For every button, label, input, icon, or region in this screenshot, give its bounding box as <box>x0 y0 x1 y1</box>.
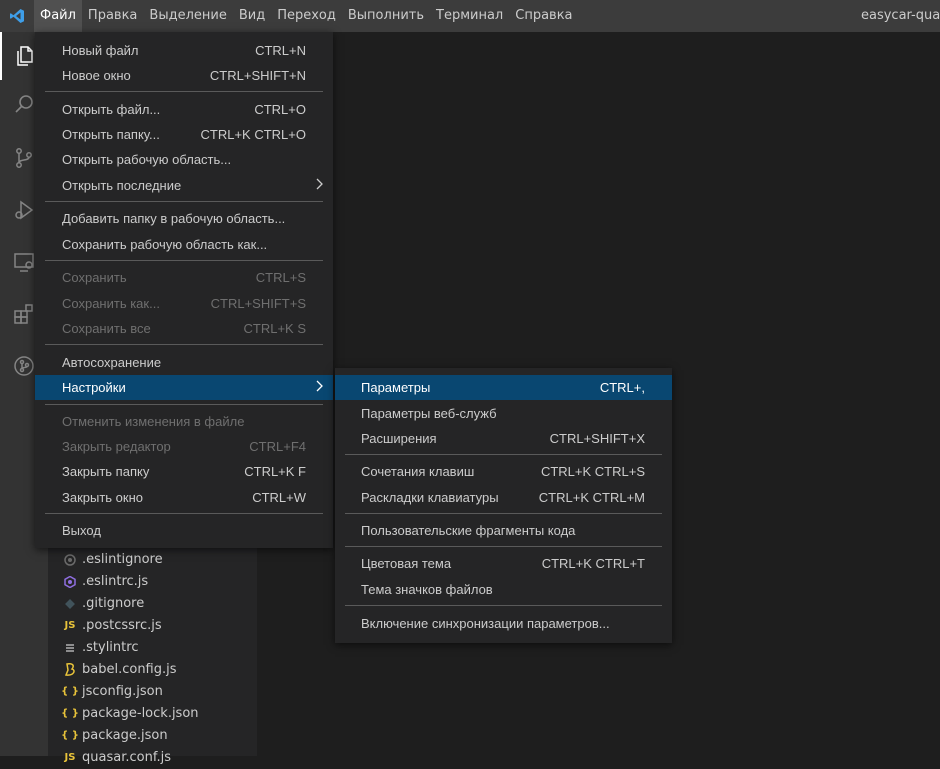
menu-separator <box>45 344 323 345</box>
menu-separator <box>345 513 662 514</box>
file-eslintignore[interactable]: .eslintignore <box>62 549 163 571</box>
menu-view[interactable]: Вид <box>233 0 271 32</box>
menu-selection[interactable]: Выделение <box>143 0 232 32</box>
menu-item-color-theme[interactable]: Цветовая тема CTRL+K CTRL+T <box>335 551 672 576</box>
json-icon: { } <box>61 730 79 741</box>
menu-item-save-as[interactable]: Сохранить как... CTRL+SHIFT+S <box>35 291 333 316</box>
eslint-ignore-icon <box>62 552 78 568</box>
menu-separator <box>345 454 662 455</box>
menu-item-settings[interactable]: Параметры CTRL+, <box>335 375 672 400</box>
menu-help[interactable]: Справка <box>509 0 578 32</box>
file-package[interactable]: { } package.json <box>61 725 167 747</box>
menu-item-keymaps[interactable]: Раскладки клавиатуры CTRL+K CTRL+M <box>335 485 672 510</box>
menu-separator <box>45 201 323 202</box>
menu-item-new-window[interactable]: Новое окно CTRL+SHIFT+N <box>35 63 333 88</box>
menu-item-keyboard-shortcuts[interactable]: Сочетания клавиш CTRL+K CTRL+S <box>335 459 672 484</box>
file-eslintrc[interactable]: .eslintrc.js <box>62 571 148 593</box>
menu-item-close-folder[interactable]: Закрыть папку CTRL+K F <box>35 459 333 484</box>
menu-item-open-folder[interactable]: Открыть папку... CTRL+K CTRL+O <box>35 122 333 147</box>
menu-separator <box>345 546 662 547</box>
menu-item-save-all[interactable]: Сохранить все CTRL+K S <box>35 316 333 341</box>
menu-item-save-workspace-as[interactable]: Сохранить рабочую область как... <box>35 232 333 257</box>
menu-item-new-file[interactable]: Новый файл CTRL+N <box>35 38 333 63</box>
menu-item-extensions[interactable]: Расширения CTRL+SHIFT+X <box>335 426 672 451</box>
js-icon: JS <box>64 620 76 631</box>
menu-item-user-snippets[interactable]: Пользовательские фрагменты кода <box>335 518 672 543</box>
menu-terminal[interactable]: Терминал <box>430 0 509 32</box>
menu-item-save[interactable]: Сохранить CTRL+S <box>35 265 333 290</box>
js-icon: JS <box>64 752 76 763</box>
file-quasar-conf[interactable]: JS quasar.conf.js <box>62 747 171 769</box>
file-package-lock[interactable]: { } package-lock.json <box>61 703 198 725</box>
menu-go[interactable]: Переход <box>271 0 342 32</box>
json-icon: { } <box>61 686 79 697</box>
menu-separator <box>45 91 323 92</box>
menu-item-preferences[interactable]: Настройки <box>35 375 333 400</box>
menu-file[interactable]: Файл <box>34 0 82 32</box>
chevron-right-icon <box>315 375 323 400</box>
chevron-right-icon <box>315 173 323 198</box>
menu-item-open-file[interactable]: Открыть файл... CTRL+O <box>35 97 333 122</box>
menu-item-online-services-settings[interactable]: Параметры веб-служб <box>335 401 672 426</box>
file-stylintrc[interactable]: .stylintrc <box>62 637 138 659</box>
menu-item-close-editor[interactable]: Закрыть редактор CTRL+F4 <box>35 434 333 459</box>
file-gitignore[interactable]: .gitignore <box>62 593 144 615</box>
file-menu: Новый файл CTRL+N Новое окно CTRL+SHIFT+… <box>35 32 333 548</box>
file-babel-config[interactable]: babel.config.js <box>62 659 177 681</box>
file-postcssrc[interactable]: JS .postcssrc.js <box>62 615 162 637</box>
menu-item-exit[interactable]: Выход <box>35 518 333 543</box>
menu-separator <box>45 404 323 405</box>
menu-item-revert-file[interactable]: Отменить изменения в файле <box>35 409 333 434</box>
menu-separator <box>345 605 662 606</box>
menu-separator <box>45 260 323 261</box>
list-icon <box>62 640 78 656</box>
vscode-logo-icon <box>0 0 34 32</box>
json-icon: { } <box>61 708 79 719</box>
menu-item-file-icon-theme[interactable]: Тема значков файлов <box>335 577 672 602</box>
git-icon <box>62 596 78 612</box>
menu-edit[interactable]: Правка <box>82 0 143 32</box>
menu-run[interactable]: Выполнить <box>342 0 430 32</box>
menu-separator <box>45 513 323 514</box>
menu-item-add-folder-workspace[interactable]: Добавить папку в рабочую область... <box>35 206 333 231</box>
preferences-submenu: Параметры CTRL+, Параметры веб-служб Рас… <box>335 368 672 643</box>
menu-item-open-workspace[interactable]: Открыть рабочую область... <box>35 147 333 172</box>
title-bar: Файл Правка Выделение Вид Переход Выполн… <box>0 0 940 32</box>
menu-item-open-recent[interactable]: Открыть последние <box>35 173 333 198</box>
eslint-icon <box>62 574 78 590</box>
menu-item-autosave[interactable]: Автосохранение <box>35 350 333 375</box>
menu-item-close-window[interactable]: Закрыть окно CTRL+W <box>35 485 333 510</box>
babel-icon <box>62 662 78 678</box>
window-title: easycar-quasar <box>861 8 940 23</box>
menu-item-settings-sync[interactable]: Включение синхронизации параметров... <box>335 611 672 636</box>
file-jsconfig[interactable]: { } jsconfig.json <box>61 681 163 703</box>
